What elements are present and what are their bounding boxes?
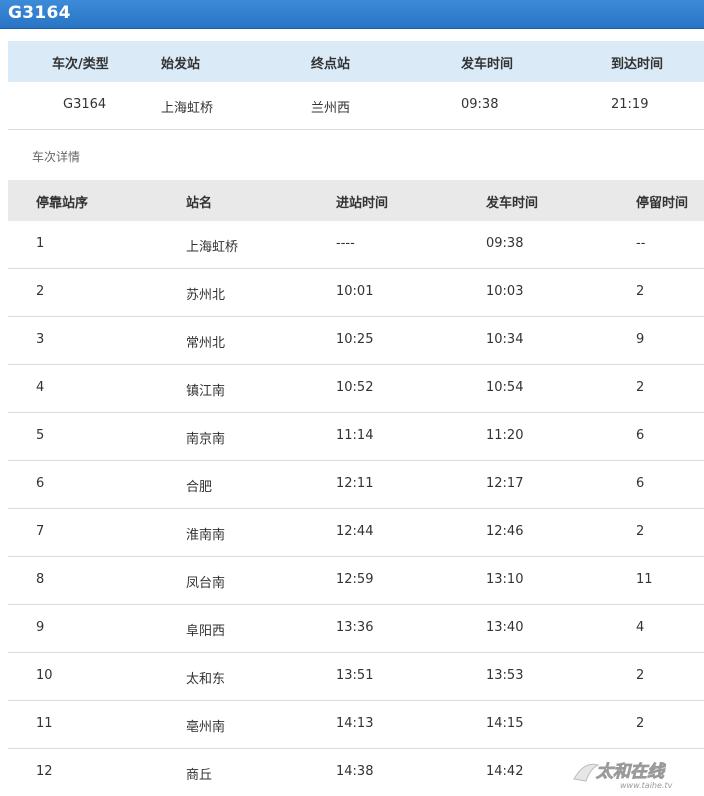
summary-origin-station: 上海虹桥 [161,101,214,116]
summary-depart-time: 09:38 [461,97,499,112]
stop-stay-time: 2 [636,668,645,683]
stop-stay-time: 2 [636,716,645,731]
logo-text: 太和在线 [595,762,666,782]
stop-station: 凤台南 [186,576,226,591]
stop-station: 亳州南 [186,720,226,735]
summary-header-origin: 始发站 [161,57,201,72]
stops-header-depart: 发车时间 [486,196,539,211]
stop-depart-time: 11:20 [486,428,524,443]
stop-arrive-time: 13:51 [336,668,374,683]
table-row: 4 镇江南 10:52 10:54 2 [8,365,704,413]
stop-sequence: 8 [36,572,45,587]
stop-arrive-time: 11:14 [336,428,374,443]
stop-depart-time: 10:54 [486,380,524,395]
stops-header-arrive: 进站时间 [336,196,389,211]
stop-sequence: 2 [36,284,45,299]
taihe-online-logo: 太和在线 www.taihe.tv [573,762,673,790]
stop-depart-time: 14:15 [486,716,524,731]
stop-station: 镇江南 [186,384,226,399]
stop-depart-time: 09:38 [486,236,524,251]
stop-sequence: 7 [36,524,45,539]
stop-station: 淮南南 [186,528,226,543]
summary-train-number: G3164 [63,97,107,112]
summary-header-row: 车次/类型 始发站 终点站 发车时间 到达时间 [8,41,704,82]
stop-stay-time: 2 [636,284,645,299]
title-bar: G3164 [0,0,704,29]
table-row: 1 上海虹桥 ---- 09:38 -- [8,221,704,269]
stop-stay-time: 6 [636,476,645,491]
stop-stay-time: 4 [636,620,645,635]
table-row: 11 亳州南 14:13 14:15 2 [8,701,704,749]
stop-station: 苏州北 [186,288,226,303]
summary-header-destination: 终点站 [311,57,351,72]
summary-destination-station: 兰州西 [311,101,351,116]
summary-header-depart-time: 发车时间 [461,57,514,72]
stop-depart-time: 13:10 [486,572,524,587]
table-row: 8 凤台南 12:59 13:10 11 [8,557,704,605]
table-row: 10 太和东 13:51 13:53 2 [8,653,704,701]
stop-stay-time: 9 [636,332,645,347]
train-number-title: G3164 [8,3,71,23]
stop-arrive-time: ---- [336,236,355,251]
stop-depart-time: 12:46 [486,524,524,539]
stops-header-row: 停靠站序 站名 进站时间 发车时间 停留时间 [8,180,704,221]
stop-arrive-time: 10:01 [336,284,374,299]
table-row: 3 常州北 10:25 10:34 9 [8,317,704,365]
stop-arrive-time: 12:59 [336,572,374,587]
stop-sequence: 9 [36,620,45,635]
stop-station: 太和东 [186,672,226,687]
table-row: 5 南京南 11:14 11:20 6 [8,413,704,461]
stop-station: 阜阳西 [186,624,226,639]
stop-stay-time: 6 [636,428,645,443]
table-row: 9 阜阳西 13:36 13:40 4 [8,605,704,653]
stop-depart-time: 14:42 [486,764,524,779]
stop-sequence: 10 [36,668,53,683]
stop-sequence: 12 [36,764,53,779]
stop-stay-time: -- [636,236,646,251]
table-row: 6 合肥 12:11 12:17 6 [8,461,704,509]
stop-arrive-time: 14:13 [336,716,374,731]
stop-sequence: 5 [36,428,45,443]
stop-station: 上海虹桥 [186,240,239,255]
stop-station: 合肥 [186,480,213,495]
section-label-train-details: 车次详情 [32,150,81,164]
stops-header-station: 站名 [186,196,213,211]
stop-depart-time: 10:03 [486,284,524,299]
stop-sequence: 11 [36,716,53,731]
stops-table: 停靠站序 站名 进站时间 发车时间 停留时间 1 上海虹桥 ---- 09:38… [8,180,704,796]
stop-station: 常州北 [186,336,226,351]
stop-depart-time: 13:53 [486,668,524,683]
stop-arrive-time: 12:44 [336,524,374,539]
stop-stay-time: 2 [636,524,645,539]
stop-arrive-time: 13:36 [336,620,374,635]
stops-header-sequence: 停靠站序 [36,196,89,211]
summary-row: G3164 上海虹桥 兰州西 09:38 21:19 [8,82,704,130]
stop-depart-time: 10:34 [486,332,524,347]
table-row: 7 淮南南 12:44 12:46 2 [8,509,704,557]
stop-stay-time: 2 [636,380,645,395]
stop-station: 南京南 [186,432,226,447]
stop-arrive-time: 14:38 [336,764,374,779]
table-row: 2 苏州北 10:01 10:03 2 [8,269,704,317]
stops-header-stay: 停留时间 [636,196,689,211]
stop-stay-time: 11 [636,572,653,587]
summary-header-arrive-time: 到达时间 [611,57,664,72]
stop-depart-time: 13:40 [486,620,524,635]
summary-arrive-time: 21:19 [611,97,649,112]
logo-url: www.taihe.tv [620,781,673,790]
stop-sequence: 3 [36,332,45,347]
train-summary-table: 车次/类型 始发站 终点站 发车时间 到达时间 G3164 上海虹桥 兰州西 0… [8,41,704,130]
stop-sequence: 4 [36,380,45,395]
summary-header-train-type: 车次/类型 [52,57,109,72]
stop-arrive-time: 10:25 [336,332,374,347]
stop-sequence: 1 [36,236,45,251]
stop-sequence: 6 [36,476,45,491]
stop-station: 商丘 [186,768,213,783]
stop-depart-time: 12:17 [486,476,524,491]
stop-arrive-time: 12:11 [336,476,374,491]
stop-arrive-time: 10:52 [336,380,374,395]
